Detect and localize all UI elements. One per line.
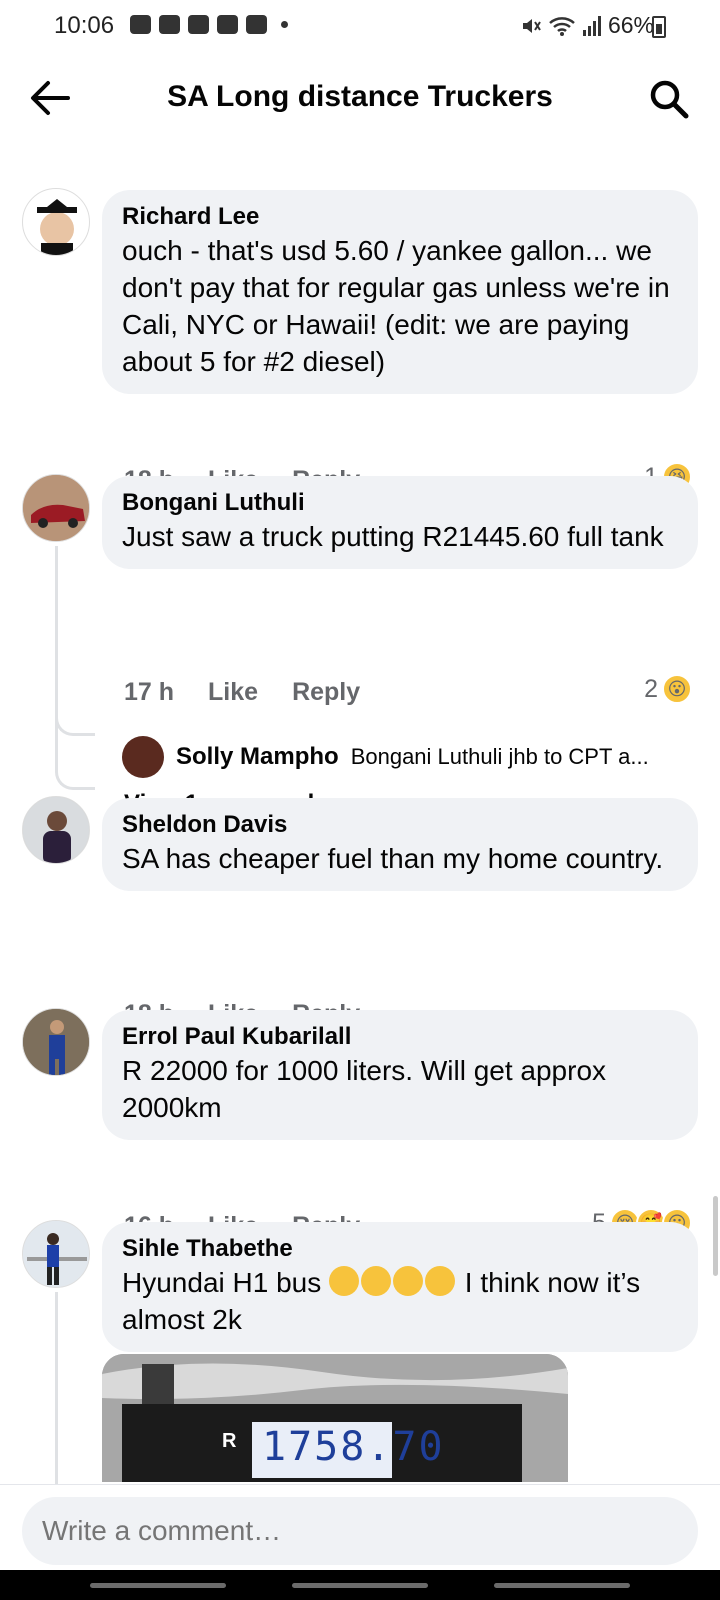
- like-button[interactable]: Like: [208, 678, 258, 707]
- comment-photo[interactable]: R 1758.70: [102, 1354, 568, 1482]
- search-button[interactable]: [648, 78, 690, 120]
- app-bar: SA Long distance Truckers: [0, 60, 720, 138]
- wow-reaction-icon: 😮: [662, 674, 692, 704]
- comment-bubble[interactable]: Bongani Luthuli Just saw a truck putting…: [102, 476, 698, 569]
- thread-connector: [55, 760, 95, 790]
- notification-icon: [130, 15, 151, 34]
- display-reading: 1758.70: [262, 1424, 445, 1470]
- comment-author[interactable]: Richard Lee: [122, 202, 678, 232]
- comment-author[interactable]: Bongani Luthuli: [122, 488, 678, 518]
- comment-bubble[interactable]: Errol Paul Kubarilall R 22000 for 1000 l…: [102, 1010, 698, 1140]
- avatar[interactable]: [22, 1220, 90, 1288]
- page-title: SA Long distance Truckers: [167, 80, 553, 113]
- thread-connector: [55, 706, 95, 736]
- reaction-count: 2: [644, 674, 658, 703]
- more-dot-icon: [281, 21, 288, 28]
- app-icon: [246, 15, 267, 34]
- comment-text-start: Hyundai H1 bus: [122, 1267, 322, 1298]
- thread-line: [55, 1292, 58, 1484]
- comment-text: Hyundai H1 bus I think now it’s almost 2…: [122, 1264, 678, 1338]
- reply-button[interactable]: Reply: [292, 678, 360, 707]
- scrollbar[interactable]: [713, 1196, 718, 1276]
- status-time: 10:06: [54, 12, 115, 39]
- comments-feed[interactable]: Richard Lee ouch - that's usd 5.60 / yan…: [0, 60, 720, 1484]
- comment-text: ouch - that's usd 5.60 / yankee gallon..…: [122, 235, 670, 377]
- comment-author[interactable]: Sheldon Davis: [122, 810, 678, 840]
- reply-preview[interactable]: Solly Mampho Bongani Luthuli jhb to CPT …: [122, 736, 700, 778]
- crying-face-icon: [393, 1266, 424, 1296]
- youtube-icon: [217, 15, 238, 34]
- comment-input[interactable]: [22, 1497, 698, 1565]
- search-icon: [650, 80, 689, 119]
- comment-text: SA has cheaper fuel than my home country…: [122, 843, 664, 874]
- comment-text: R 22000 for 1000 liters. Will get approx…: [122, 1055, 607, 1123]
- comment-text: Just saw a truck putting R21445.60 full …: [122, 521, 664, 552]
- reply-text: Bongani Luthuli jhb to CPT a...: [350, 744, 649, 769]
- avatar[interactable]: [22, 188, 90, 256]
- battery-percent: 66%: [607, 12, 654, 38]
- nav-back-button[interactable]: [494, 1583, 630, 1588]
- calendar-icon: [188, 15, 209, 34]
- notification-icon: [159, 15, 180, 34]
- weary-face-icon: [329, 1266, 360, 1296]
- reply-author[interactable]: Solly Mampho: [176, 743, 339, 771]
- comment-author[interactable]: Sihle Thabethe: [122, 1234, 678, 1264]
- crying-face-icon: [425, 1266, 456, 1296]
- avatar[interactable]: [22, 474, 90, 542]
- avatar[interactable]: [22, 1008, 90, 1076]
- system-nav-bar: [0, 1570, 720, 1600]
- comment-bubble[interactable]: Sihle Thabethe Hyundai H1 bus I think no…: [102, 1222, 698, 1352]
- comment-time: 17 h: [124, 678, 175, 706]
- comment-bubble[interactable]: Sheldon Davis SA has cheaper fuel than m…: [102, 798, 698, 891]
- nav-home-button[interactable]: [292, 1583, 428, 1588]
- wifi-icon: [549, 16, 575, 36]
- battery-icon: [652, 16, 666, 38]
- comment-author[interactable]: Errol Paul Kubarilall: [122, 1022, 678, 1052]
- status-bar: 10:06 66%: [0, 0, 720, 52]
- comment-composer: [0, 1484, 720, 1565]
- reaction-summary[interactable]: 2 😮: [644, 674, 692, 704]
- comment-bubble[interactable]: Richard Lee ouch - that's usd 5.60 / yan…: [102, 190, 698, 394]
- thread-line: [55, 546, 58, 762]
- status-right: 66%: [520, 12, 654, 39]
- display-prefix: R: [222, 1430, 237, 1452]
- nav-recents-button[interactable]: [90, 1583, 226, 1588]
- avatar[interactable]: [122, 736, 164, 778]
- mute-icon: [522, 18, 541, 33]
- signal-icon: [582, 15, 601, 36]
- crying-face-icon: [361, 1266, 392, 1296]
- comment-actions: 17 h Like Reply: [124, 678, 360, 707]
- avatar[interactable]: [22, 796, 90, 864]
- notification-icons: [130, 15, 288, 34]
